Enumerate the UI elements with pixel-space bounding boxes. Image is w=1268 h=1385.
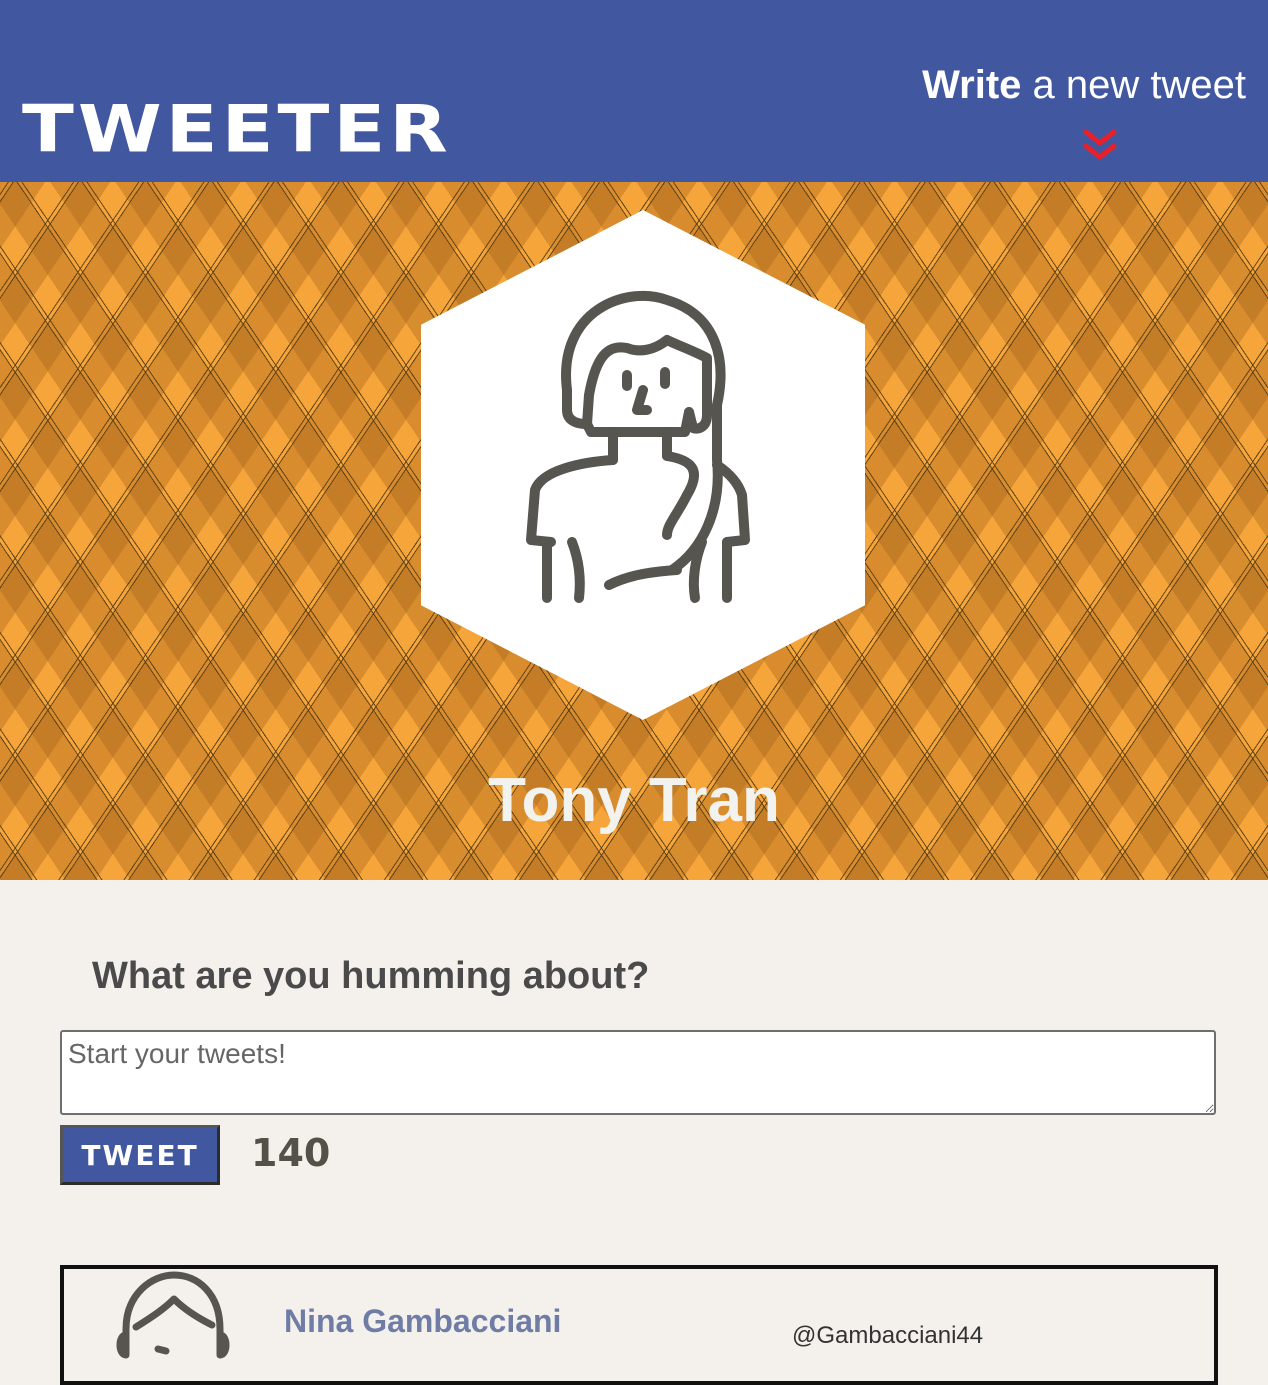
app-logo[interactable]: TWEETER	[22, 92, 452, 166]
tweet-textarea[interactable]	[60, 1030, 1216, 1115]
tweet-author-name: Nina Gambacciani	[284, 1303, 562, 1339]
tweet-card: Nina Gambacciani @Gambacciani44	[60, 1265, 1218, 1385]
profile-banner: Tony Tran	[0, 182, 1268, 880]
compose-label-rest: a new tweet	[1021, 63, 1246, 107]
character-counter: 140	[251, 1131, 331, 1175]
compose-label-bold: Write	[922, 63, 1022, 107]
top-nav: TWEETER Write a new tweet	[0, 0, 1268, 182]
user-avatar-girl-icon	[526, 290, 750, 603]
profile-name: Tony Tran	[488, 766, 780, 835]
write-new-tweet-toggle[interactable]: Write a new tweet	[922, 60, 1246, 110]
double-chevron-down-icon[interactable]	[1078, 126, 1122, 166]
user-avatar-icon	[116, 1271, 230, 1359]
tweet-author-handle: @Gambacciani44	[792, 1322, 984, 1349]
new-tweet-section: What are you humming about? TWEET 140	[0, 880, 1268, 1260]
tweet-submit-button[interactable]: TWEET	[60, 1125, 220, 1185]
avatar-hexagon	[421, 210, 865, 720]
compose-prompt: What are you humming about?	[92, 955, 650, 997]
